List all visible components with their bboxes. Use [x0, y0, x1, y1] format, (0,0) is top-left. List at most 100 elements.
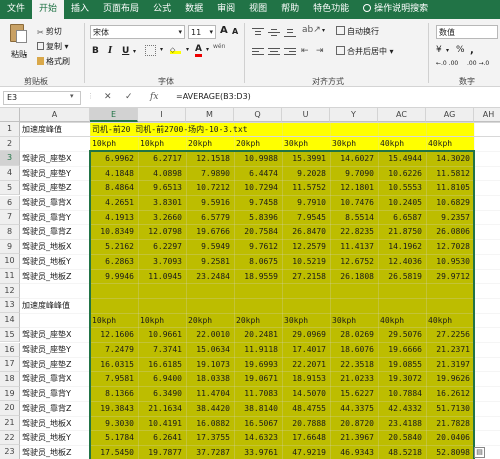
row-header[interactable]: 13 — [0, 298, 20, 314]
row-label-cell[interactable]: 驾驶员_座垫X — [22, 328, 71, 342]
font-name-dropdown[interactable]: 宋体 ▾ — [90, 25, 185, 39]
align-right-icon[interactable] — [284, 48, 296, 57]
row-label-cell[interactable]: 驾驶员_地板Z — [22, 270, 71, 284]
currency-button[interactable]: ¥ — [436, 45, 442, 55]
wrap-text-button[interactable]: 自动换行 — [336, 26, 379, 37]
row-label-cell[interactable]: 驾驶员_地板Y — [22, 431, 71, 445]
section-title[interactable]: 加速度峰峰值 — [22, 299, 70, 313]
name-box-dropdown-icon[interactable]: ▾ — [70, 92, 74, 100]
row-header[interactable]: 7 — [0, 210, 20, 225]
row-header[interactable]: 8 — [0, 224, 20, 240]
row-label-cell[interactable]: 驾驶员_座垫Z — [22, 358, 71, 372]
font-size-dropdown[interactable]: 11 ▾ — [188, 25, 216, 39]
align-left-icon[interactable] — [252, 48, 264, 57]
file-header-cell[interactable]: 司机-前20 司机-前2700-场内-10-3.txt — [92, 123, 248, 137]
row-header[interactable]: 18 — [0, 371, 20, 387]
insert-function-button[interactable]: fx — [150, 92, 158, 102]
row-label-cell[interactable]: 驾驶员_地板X — [22, 240, 71, 254]
font-color-dropdown-icon[interactable]: ▾ — [206, 46, 209, 53]
align-bottom-icon[interactable] — [284, 28, 296, 37]
orientation-dropdown-icon[interactable]: ▾ — [322, 27, 325, 34]
decrease-indent-icon[interactable]: ⇤ — [301, 46, 309, 56]
number-format-dropdown[interactable]: 数值 — [436, 25, 498, 39]
row-label-cell[interactable]: 驾驶员_靠背Y — [22, 387, 71, 401]
comma-button[interactable]: , — [470, 45, 474, 56]
row-header[interactable]: 17 — [0, 357, 20, 372]
menu-tab[interactable]: 文件 — [0, 0, 32, 19]
section-title[interactable]: 加速度峰值 — [22, 123, 62, 137]
align-top-icon[interactable] — [252, 28, 264, 37]
merge-center-button[interactable]: 合并后居中 ▾ — [336, 46, 394, 57]
column-header[interactable]: U — [282, 108, 330, 122]
column-header[interactable]: A — [20, 108, 90, 122]
increase-indent-icon[interactable]: ⇥ — [316, 46, 324, 56]
format-painter-button[interactable]: 格式刷 — [37, 56, 70, 67]
increase-font-button[interactable]: A — [220, 25, 228, 36]
row-label-cell[interactable]: 驾驶员_靠背Z — [22, 402, 71, 416]
row-header[interactable]: 15 — [0, 327, 20, 343]
row-label-cell[interactable]: 驾驶员_座垫Y — [22, 167, 71, 181]
row-header[interactable]: 6 — [0, 195, 20, 211]
font-color-button[interactable]: A — [195, 44, 202, 57]
column-header[interactable]: I — [138, 108, 186, 122]
align-middle-icon[interactable] — [268, 28, 280, 37]
enter-button[interactable]: ✓ — [125, 92, 133, 102]
paste-dropdown-icon[interactable]: ▾ — [24, 52, 27, 59]
row-header[interactable]: 16 — [0, 342, 20, 358]
row-header[interactable]: 12 — [0, 283, 20, 299]
column-header[interactable]: AG — [426, 108, 474, 122]
quick-analysis-icon[interactable]: ▤ — [474, 447, 485, 459]
underline-dropdown-icon[interactable]: ▾ — [133, 48, 136, 55]
borders-dropdown-icon[interactable]: ▾ — [160, 46, 163, 53]
phonetic-button[interactable]: wén — [213, 43, 225, 50]
cancel-button[interactable]: ✕ — [104, 92, 112, 102]
row-header[interactable]: 20 — [0, 401, 20, 416]
menu-tab[interactable]: 帮助 — [274, 0, 306, 19]
underline-button[interactable]: U — [122, 46, 129, 56]
borders-button[interactable] — [145, 45, 156, 56]
column-header[interactable]: E — [90, 108, 138, 122]
decrease-font-button[interactable]: A — [232, 27, 238, 36]
row-label-cell[interactable]: 驾驶员_靠背Y — [22, 211, 71, 225]
speed-header-cell[interactable]: 30kph — [284, 137, 308, 151]
speed-header-cell[interactable]: 20kph — [188, 137, 212, 151]
column-header[interactable]: Q — [234, 108, 282, 122]
speed-header-cell[interactable]: 10kph — [140, 137, 164, 151]
row-header[interactable]: 19 — [0, 386, 20, 402]
row-header[interactable]: 1 — [0, 122, 20, 137]
row-label-cell[interactable]: 驾驶员_地板Z — [22, 446, 71, 459]
row-label-cell[interactable]: 驾驶员_靠背X — [22, 372, 71, 386]
row-header[interactable]: 14 — [0, 313, 20, 328]
menu-tab[interactable]: 审阅 — [210, 0, 242, 19]
increase-decimal-button[interactable]: ←.0 .00 — [436, 60, 458, 67]
worksheet-grid[interactable]: A E I M Q U Y AC AG AH 1 2 3 4 5 6 7 8 9 10 11 12 13 14 15 16 17 18… — [0, 108, 500, 459]
menu-tab[interactable]: 数据 — [178, 0, 210, 19]
tell-me-search[interactable]: 操作说明搜索 — [356, 0, 435, 19]
paste-icon[interactable] — [10, 24, 27, 43]
row-header[interactable]: 9 — [0, 239, 20, 255]
fill-dropdown-icon[interactable]: ▾ — [186, 46, 189, 53]
row-header[interactable]: 5 — [0, 180, 20, 196]
column-header[interactable]: Y — [330, 108, 378, 122]
row-label-cell[interactable]: 驾驶员_座垫Z — [22, 181, 71, 195]
speed-header-cell[interactable]: 40kph — [428, 137, 452, 151]
select-all-corner[interactable] — [0, 108, 20, 122]
percent-button[interactable]: % — [456, 45, 465, 55]
row-header[interactable]: 10 — [0, 254, 20, 269]
formula-input[interactable]: =AVERAGE(B3:D3) — [176, 92, 251, 101]
column-header[interactable]: AH — [474, 108, 500, 122]
row-header[interactable]: 21 — [0, 416, 20, 431]
align-center-icon[interactable] — [268, 48, 280, 57]
speed-header-cell[interactable]: 20kph — [236, 137, 260, 151]
row-header[interactable]: 3 — [0, 151, 20, 167]
speed-header-cell[interactable]: 40kph — [380, 137, 404, 151]
row-header[interactable]: 11 — [0, 269, 20, 284]
row-header[interactable]: 2 — [0, 136, 20, 152]
row-label-cell[interactable]: 驾驶员_座垫Y — [22, 343, 71, 357]
row-label-cell[interactable]: 驾驶员_地板Y — [22, 255, 71, 269]
bold-button[interactable]: B — [92, 46, 99, 56]
row-header[interactable]: 22 — [0, 430, 20, 446]
menu-tab[interactable]: 公式 — [146, 0, 178, 19]
cut-button[interactable]: ✂ 剪切 — [37, 26, 62, 37]
row-header[interactable]: 23 — [0, 445, 20, 459]
